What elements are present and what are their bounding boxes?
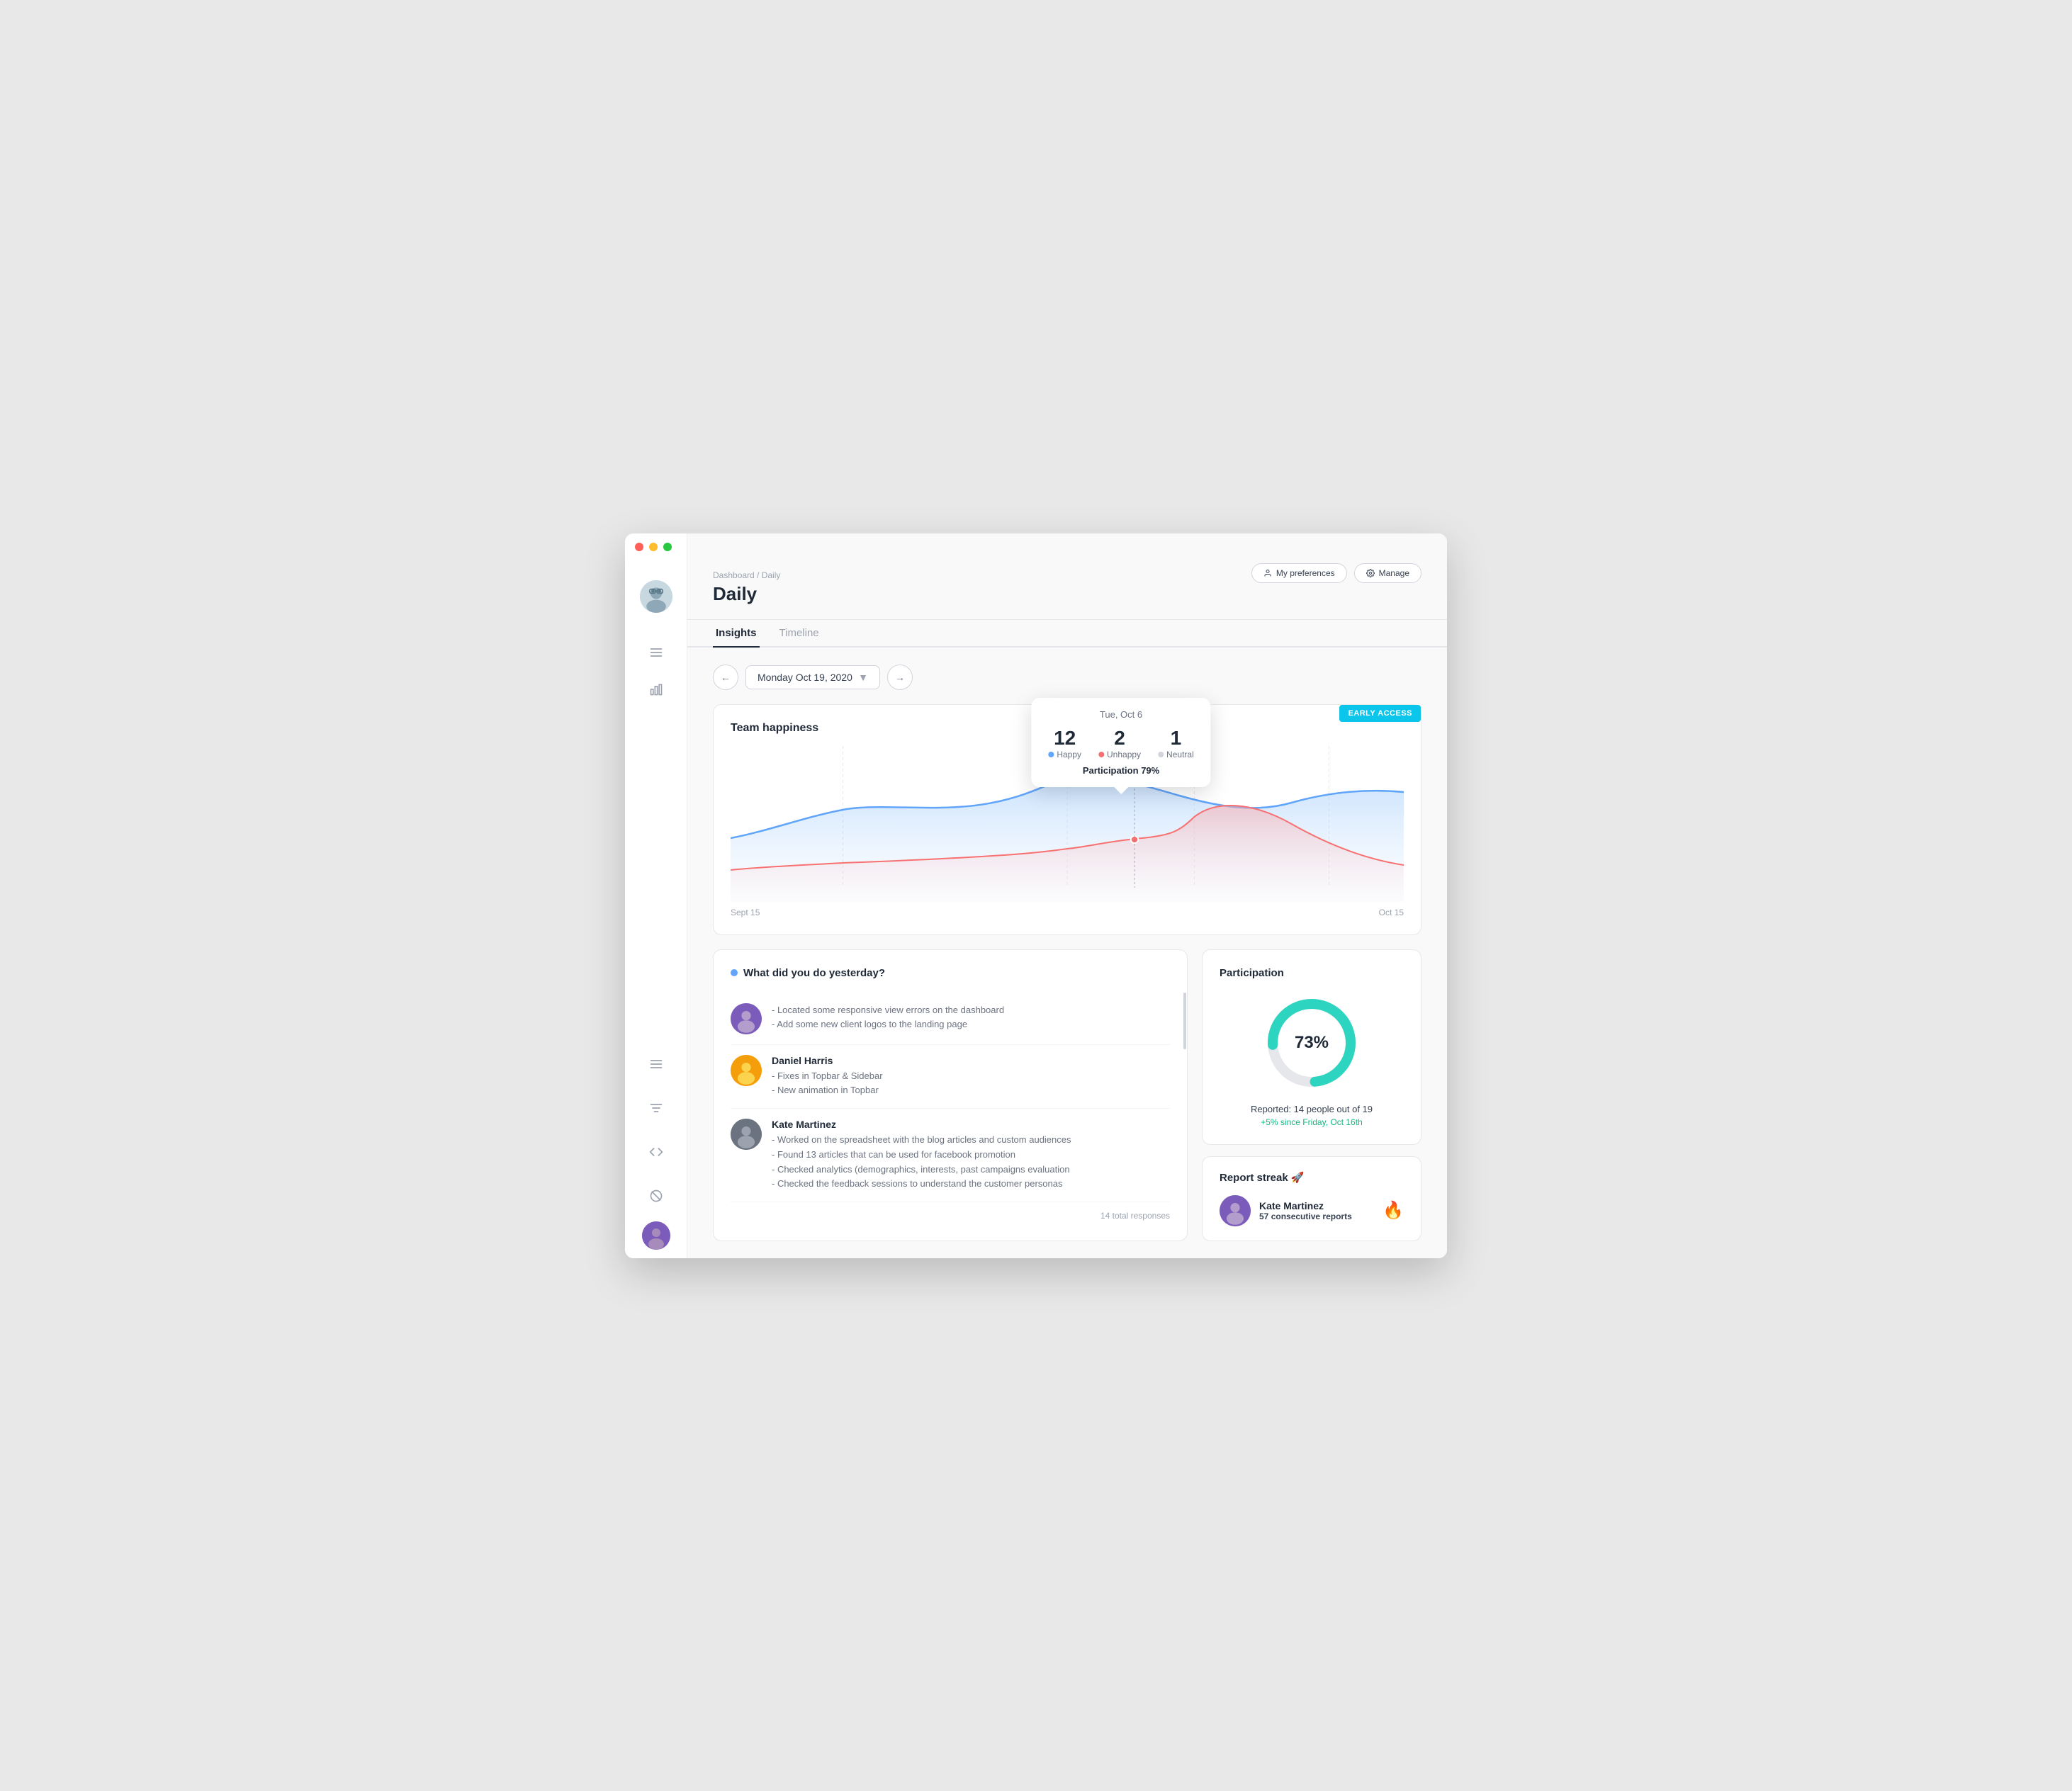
prev-date-button[interactable]: ← <box>713 665 738 690</box>
participation-title: Participation <box>1220 967 1404 979</box>
response-text: - Located some responsive view errors on… <box>772 1003 1004 1033</box>
team-happiness-card: Team happiness EARLY ACCESS Tue, Oct 6 1… <box>713 704 1421 935</box>
date-navigation: ← Monday Oct 19, 2020 ▼ → <box>713 665 1421 690</box>
streak-fire-icon: 🔥 <box>1383 1200 1404 1221</box>
streak-item: Kate Martinez 57 consecutive reports 🔥 <box>1220 1195 1404 1226</box>
response-content: - Located some responsive view errors on… <box>772 1003 1004 1033</box>
close-dot[interactable] <box>635 543 643 551</box>
tooltip-date: Tue, Oct 6 <box>1048 709 1193 720</box>
tooltip-stats: 12 Happy 2 Unhappy <box>1048 727 1193 759</box>
chart-tooltip: Tue, Oct 6 12 Happy 2 <box>1031 698 1210 787</box>
date-picker[interactable]: Monday Oct 19, 2020 ▼ <box>745 665 880 689</box>
donut-chart: 73% <box>1262 993 1361 1092</box>
manage-button[interactable]: Manage <box>1354 563 1421 583</box>
sidebar-item-cancel[interactable] <box>643 1183 669 1209</box>
total-responses: 14 total responses <box>731 1211 1170 1221</box>
avatar <box>731 1119 762 1150</box>
user-avatar-bottom[interactable] <box>642 1221 670 1250</box>
response-content: Kate Martinez - Worked on the spreadshee… <box>772 1119 1071 1192</box>
sidebar-item-filter[interactable] <box>643 1095 669 1121</box>
response-text: - Worked on the spreadsheet with the blo… <box>772 1133 1071 1192</box>
preferences-button[interactable]: My preferences <box>1251 563 1347 583</box>
response-text: - Fixes in Topbar & Sidebar- New animati… <box>772 1069 883 1099</box>
streak-card: Report streak 🚀 Kate Martinez <box>1202 1156 1421 1241</box>
scrollbar[interactable] <box>1183 950 1187 1241</box>
tooltip-unhappy: 2 Unhappy <box>1098 727 1141 759</box>
response-name: Daniel Harris <box>772 1055 883 1066</box>
response-content: Daniel Harris - Fixes in Topbar & Sideba… <box>772 1055 883 1099</box>
response-name: Kate Martinez <box>772 1119 1071 1130</box>
tooltip-happy: 12 Happy <box>1048 727 1081 759</box>
participation-change: +5% since Friday, Oct 16th <box>1220 1117 1404 1127</box>
streak-info: Kate Martinez 57 consecutive reports <box>1259 1200 1374 1221</box>
tooltip-neutral: 1 Neutral <box>1158 727 1194 759</box>
participation-reported: Reported: 14 people out of 19 <box>1220 1104 1404 1114</box>
chart-x-labels: Sept 15 Oct 15 <box>731 908 1404 917</box>
donut-label: 73% <box>1295 1033 1329 1053</box>
streak-name: Kate Martinez <box>1259 1200 1374 1211</box>
header-actions: My preferences Manage <box>1251 563 1421 583</box>
streak-title: Report streak 🚀 <box>1220 1171 1404 1184</box>
avatar <box>731 1055 762 1086</box>
streak-count: 57 consecutive reports <box>1259 1211 1374 1221</box>
bottom-section: What did you do yesterday? - Located som… <box>713 949 1421 1241</box>
early-access-badge: EARLY ACCESS <box>1339 705 1421 722</box>
streak-avatar <box>1220 1195 1251 1226</box>
page-title: Daily <box>713 583 1421 605</box>
maximize-dot[interactable] <box>663 543 672 551</box>
tooltip-participation: Participation 79% <box>1048 765 1193 776</box>
minimize-dot[interactable] <box>649 543 658 551</box>
sidebar-item-code[interactable] <box>643 1139 669 1165</box>
tab-timeline[interactable]: Timeline <box>777 620 822 648</box>
list-item: - Located some responsive view errors on… <box>731 993 1170 1045</box>
sidebar-logo-avatar <box>640 580 672 613</box>
questions-card: What did you do yesterday? - Located som… <box>713 949 1188 1241</box>
tab-insights[interactable]: Insights <box>713 620 760 648</box>
list-item: Daniel Harris - Fixes in Topbar & Sideba… <box>731 1045 1170 1109</box>
tabs: Insights Timeline <box>687 620 1447 648</box>
questions-title: What did you do yesterday? <box>731 967 1170 979</box>
right-column: Participation 73% Reported: 14 people ou… <box>1202 949 1421 1241</box>
next-date-button[interactable]: → <box>887 665 913 690</box>
list-item: Kate Martinez - Worked on the spreadshee… <box>731 1109 1170 1202</box>
participation-card: Participation 73% Reported: 14 people ou… <box>1202 949 1421 1145</box>
avatar <box>731 1003 762 1034</box>
sidebar-item-hamburger2[interactable] <box>643 1051 669 1077</box>
sidebar-item-menu[interactable] <box>643 640 669 665</box>
sidebar-item-chart[interactable] <box>643 677 669 702</box>
